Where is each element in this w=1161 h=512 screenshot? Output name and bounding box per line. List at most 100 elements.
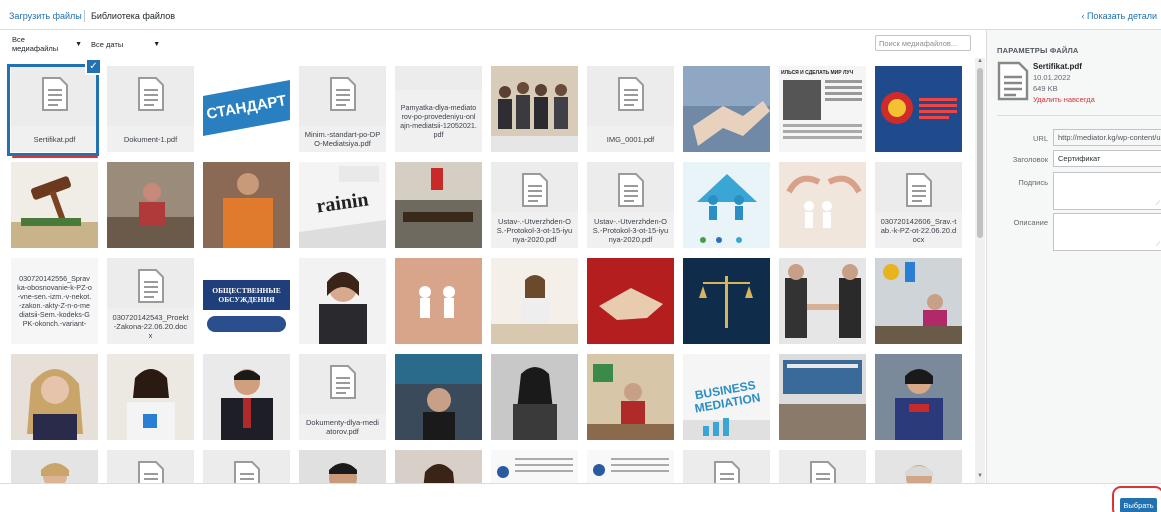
attachment-tile[interactable] bbox=[299, 258, 386, 344]
attachment-filename: Dokumenty-dlya-mediatorov.pdf bbox=[299, 414, 386, 440]
attachment-tile[interactable] bbox=[587, 258, 674, 344]
attachment-tile[interactable] bbox=[395, 354, 482, 440]
portrait-woman-photo bbox=[395, 450, 482, 483]
scroll-up-icon[interactable]: ▲ bbox=[975, 58, 985, 68]
attachment-tile[interactable] bbox=[587, 354, 674, 440]
portrait-woman-embroidered-photo bbox=[875, 354, 962, 440]
portrait-photo bbox=[11, 450, 98, 483]
attachment-tile[interactable] bbox=[11, 162, 98, 248]
portrait-blonde-photo bbox=[11, 354, 98, 440]
sidebar-title: ПАРАМЕТРЫ ФАЙЛА bbox=[997, 46, 1079, 55]
document-icon bbox=[521, 173, 548, 207]
document-icon bbox=[617, 173, 644, 207]
attachment-tile[interactable] bbox=[779, 354, 866, 440]
attachment-tile[interactable] bbox=[395, 258, 482, 344]
document-icon bbox=[329, 365, 356, 399]
annotation-circle bbox=[1112, 486, 1161, 512]
attachment-tile[interactable]: Pamyatka-dlya-mediatorov-po-provedeniyu-… bbox=[395, 66, 482, 152]
attachment-tile[interactable] bbox=[875, 450, 962, 483]
document-icon bbox=[329, 77, 356, 111]
grid-scrollbar[interactable]: ▲ ▼ bbox=[975, 58, 985, 483]
document-icon bbox=[713, 461, 740, 483]
attachment-tile[interactable] bbox=[491, 258, 578, 344]
selected-attachment-frame bbox=[7, 64, 99, 156]
resize-handle-icon[interactable]: ⟋ bbox=[1156, 242, 1160, 249]
attachment-tile[interactable] bbox=[107, 450, 194, 483]
sidebar-divider bbox=[997, 115, 1161, 116]
attachment-tile[interactable] bbox=[11, 450, 98, 483]
checkmark-icon[interactable]: ✓ bbox=[85, 58, 102, 75]
document-scan-image bbox=[491, 450, 578, 483]
attachment-tile[interactable] bbox=[683, 258, 770, 344]
attachment-tile[interactable] bbox=[779, 162, 866, 248]
attachment-tile[interactable] bbox=[203, 354, 290, 440]
description-label: Описание bbox=[1013, 218, 1048, 227]
url-field[interactable]: http://mediator.kg/wp-content/uploads/20… bbox=[1053, 129, 1161, 146]
attachment-tile[interactable]: ИЛЬСЯ И СДЕЛАТЬ МИР ЛУЧ bbox=[779, 66, 866, 152]
search-placeholder: Поиск медиафайлов... bbox=[879, 39, 958, 48]
attachment-tile[interactable] bbox=[491, 354, 578, 440]
date-filter[interactable]: Все даты ▼ bbox=[88, 37, 162, 51]
group-photo bbox=[491, 66, 578, 152]
attachment-tile[interactable]: 030720142556_Sprav ka-obosnovanie-k-PZ-o… bbox=[11, 258, 98, 344]
attachment-tile[interactable] bbox=[395, 450, 482, 483]
attachment-tile[interactable]: rainin bbox=[299, 162, 386, 248]
media-type-filter-value: Все медиафайлы bbox=[12, 35, 59, 53]
attachment-tile[interactable]: Dokumenty-dlya-mediatorov.pdf bbox=[299, 354, 386, 440]
scrollbar-thumb[interactable] bbox=[977, 68, 983, 238]
attachment-tile[interactable] bbox=[875, 258, 962, 344]
attachment-tile[interactable] bbox=[11, 354, 98, 440]
delete-permanently-link[interactable]: Удалить навсегда bbox=[1033, 95, 1095, 104]
attachment-tile[interactable] bbox=[491, 66, 578, 152]
attachment-tile[interactable]: 030720142543_Proekt-Zakona-22.06.20.docx bbox=[107, 258, 194, 344]
attachment-tile[interactable] bbox=[203, 450, 290, 483]
tab-upload-files[interactable]: Загрузить файлы bbox=[9, 11, 82, 21]
attachment-tile[interactable]: IMG_0001.pdf bbox=[587, 66, 674, 152]
media-type-filter[interactable]: Все медиафайлы ▼ bbox=[9, 35, 83, 53]
attachment-tile[interactable] bbox=[395, 162, 482, 248]
attachment-tile[interactable] bbox=[491, 450, 578, 483]
attachment-tile[interactable]: BUSINESS MEDIATION bbox=[683, 354, 770, 440]
paper-cutout-photo bbox=[395, 258, 482, 344]
show-details-link[interactable]: ‹ Показать детали bbox=[1081, 11, 1157, 21]
attachment-tile[interactable]: Dokument-1.pdf bbox=[107, 66, 194, 152]
attachment-tile[interactable]: Minim.-standart-po-DPO-Mediatsiya.pdf bbox=[299, 66, 386, 152]
gavel-photo bbox=[11, 162, 98, 248]
attachment-tile[interactable] bbox=[299, 450, 386, 483]
attachment-tile[interactable]: Ustav-.-Utverzhden-OS.-Protokol-3-ot-15-… bbox=[491, 162, 578, 248]
attachment-tile[interactable] bbox=[875, 66, 962, 152]
file-date: 10.01.2022 bbox=[1033, 73, 1071, 82]
handshake-photo bbox=[683, 66, 770, 152]
attachment-tile[interactable]: Ustav-.-Utverzhden-OS.-Protokol-3-ot-15-… bbox=[587, 162, 674, 248]
attachment-tile[interactable] bbox=[779, 258, 866, 344]
attachment-tile[interactable] bbox=[683, 66, 770, 152]
attachment-filename: Ustav-.-Utverzhden-OS.-Protokol-3-ot-15-… bbox=[491, 212, 578, 248]
attachment-tile[interactable]: 030720142606_Srav.-tab.-k-PZ-ot-22.06.20… bbox=[875, 162, 962, 248]
title-field[interactable]: Сертификат bbox=[1053, 150, 1161, 167]
attachment-filename: 030720142606_Srav.-tab.-k-PZ-ot-22.06.20… bbox=[875, 212, 962, 248]
attachment-tile[interactable] bbox=[683, 162, 770, 248]
search-input[interactable]: Поиск медиафайлов... bbox=[875, 35, 971, 51]
attachment-tile[interactable] bbox=[875, 354, 962, 440]
caption-textarea[interactable]: ⟋ bbox=[1053, 172, 1161, 210]
resize-handle-icon[interactable]: ⟋ bbox=[1156, 201, 1160, 208]
document-icon bbox=[997, 61, 1029, 101]
scroll-down-icon[interactable]: ▼ bbox=[975, 473, 985, 483]
attachment-tile[interactable] bbox=[107, 354, 194, 440]
document-scan-image bbox=[587, 450, 674, 483]
attachment-tile[interactable] bbox=[107, 162, 194, 248]
attachment-tile[interactable] bbox=[779, 450, 866, 483]
attachment-tile[interactable] bbox=[683, 450, 770, 483]
description-textarea[interactable]: ⟋ bbox=[1053, 213, 1161, 251]
attachment-tile[interactable]: ОБЩЕСТВЕННЫЕ ОБСУЖДЕНИЯ bbox=[203, 258, 290, 344]
attachment-tile[interactable] bbox=[203, 162, 290, 248]
business-handshake-photo bbox=[779, 258, 866, 344]
portrait-man-photo bbox=[299, 450, 386, 483]
meeting-photo bbox=[107, 162, 194, 248]
attachment-tile[interactable] bbox=[587, 450, 674, 483]
url-label: URL bbox=[1032, 134, 1048, 143]
attachments-grid: Sertifikat.pdf Dokument-1.pdf СТАНДАРТ M… bbox=[0, 58, 972, 483]
document-icon bbox=[617, 77, 644, 111]
tab-media-library[interactable]: Библиотека файлов bbox=[91, 11, 175, 21]
attachment-tile[interactable]: СТАНДАРТ bbox=[203, 66, 290, 152]
